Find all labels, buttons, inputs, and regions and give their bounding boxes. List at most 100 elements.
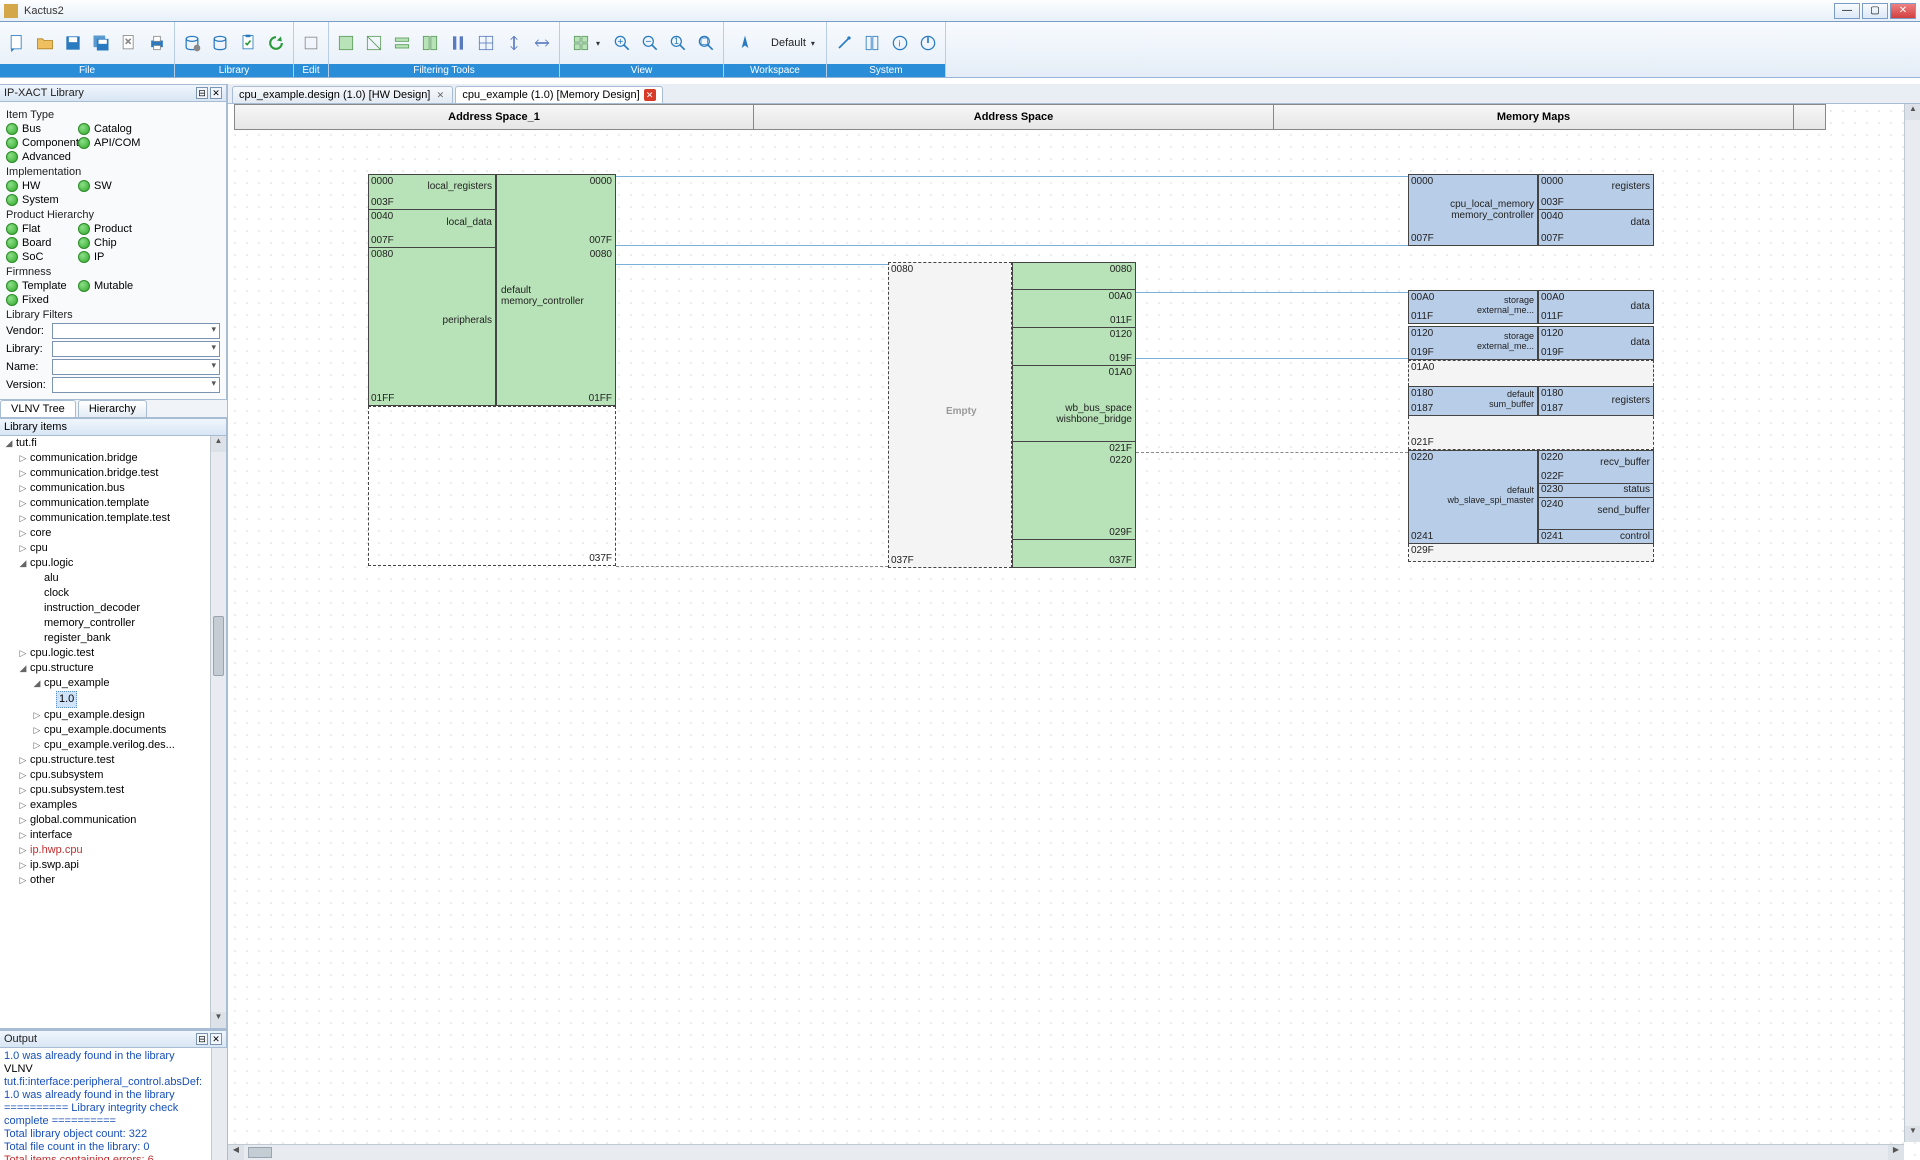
filter-option[interactable]: Advanced — [6, 151, 78, 163]
block-as2-wb[interactable]: 0080 00A0 011F 0120 019F 01A0 wb_bus_spa… — [1012, 262, 1136, 568]
close-panel-icon[interactable]: ✕ — [210, 87, 222, 99]
close-doc-button[interactable] — [116, 30, 142, 56]
tree-node[interactable]: alu — [42, 571, 61, 586]
pin-icon[interactable]: ⊟ — [196, 87, 208, 99]
tree-node[interactable]: communication.template — [28, 496, 151, 511]
new-button[interactable] — [4, 30, 30, 56]
filter-3-button[interactable] — [389, 30, 415, 56]
filter-combo[interactable] — [52, 341, 220, 357]
minimize-button[interactable]: — — [1834, 3, 1860, 19]
filter-option[interactable]: Product — [78, 223, 150, 235]
block-mm-sumbuf[interactable]: 0180 default sum_buffer 0187 — [1408, 386, 1538, 416]
exit-button[interactable] — [915, 30, 941, 56]
library-config-button[interactable] — [179, 30, 205, 56]
output-scrollbar[interactable] — [211, 1048, 227, 1160]
tree-node[interactable]: clock — [42, 586, 71, 601]
close-tab-icon[interactable]: ✕ — [644, 89, 656, 101]
zoom-out-button[interactable] — [637, 30, 663, 56]
library-tree[interactable]: ◢tut.fi▷communication.bridge▷communicati… — [0, 436, 227, 1029]
filter-option[interactable]: Chip — [78, 237, 150, 249]
canvas-vscroll[interactable]: ▲▼ — [1904, 104, 1920, 1142]
block-mm-cpu-local-regs[interactable]: 0000 registers 003F 0040 data 007F — [1538, 174, 1654, 246]
block-mm-storage2-data[interactable]: 0120 data 019F — [1538, 326, 1654, 360]
editor-tab[interactable]: cpu_example.design (1.0) [HW Design]✕ — [232, 86, 453, 103]
filter-option[interactable]: Catalog — [78, 123, 150, 135]
tree-node[interactable]: interface — [28, 828, 74, 843]
tree-node[interactable]: communication.template.test — [28, 511, 172, 526]
refresh-button[interactable] — [263, 30, 289, 56]
filter-8-button[interactable] — [529, 30, 555, 56]
tree-node[interactable]: cpu_example.verilog.des... — [42, 738, 177, 753]
workspace-compass-button[interactable] — [728, 30, 762, 56]
filter-option[interactable]: Bus — [6, 123, 78, 135]
tree-node[interactable]: cpu.logic — [28, 556, 75, 571]
editor-tab[interactable]: cpu_example (1.0) [Memory Design]✕ — [455, 86, 662, 103]
block-mm-spi-regs[interactable]: 0220 recv_buffer 022F 0230 status 0240 s… — [1538, 450, 1654, 544]
tree-scrollbar[interactable]: ▲▼ — [210, 436, 226, 1028]
tree-node[interactable]: cpu_example.design — [42, 708, 147, 723]
filter-option[interactable]: SoC — [6, 251, 78, 263]
filter-option[interactable]: Fixed — [6, 294, 78, 306]
close-button[interactable]: ✕ — [1890, 3, 1916, 19]
filter-option[interactable]: System — [6, 194, 78, 206]
tree-node[interactable]: tut.fi — [14, 436, 39, 451]
filter-combo[interactable] — [52, 377, 220, 393]
tree-node[interactable]: cpu.subsystem.test — [28, 783, 126, 798]
tree-node[interactable]: cpu.subsystem — [28, 768, 105, 783]
block-as1-default-mc[interactable]: 0000 007F 0080 default memory_controller… — [496, 174, 616, 406]
filter-combo[interactable] — [52, 323, 220, 339]
filter-5-button[interactable] — [445, 30, 471, 56]
tree-node[interactable]: ip.swp.api — [28, 858, 81, 873]
tree-node[interactable]: global.communication — [28, 813, 138, 828]
block-mm-storage1[interactable]: 00A0 storage external_me... 011F — [1408, 290, 1538, 324]
filter-combo[interactable] — [52, 359, 220, 375]
edit-button[interactable] — [298, 30, 324, 56]
tree-node[interactable]: cpu.structure — [28, 661, 96, 676]
tree-node[interactable]: cpu — [28, 541, 50, 556]
column-header-3[interactable]: Memory Maps — [1274, 104, 1794, 130]
filter-4-button[interactable] — [417, 30, 443, 56]
tree-node[interactable]: other — [28, 873, 57, 888]
tab-vlnv-tree[interactable]: VLNV Tree — [0, 400, 76, 417]
tree-node[interactable]: cpu.structure.test — [28, 753, 116, 768]
block-mm-sumbuf-regs[interactable]: 0180 registers 0187 — [1538, 386, 1654, 416]
maximize-button[interactable]: ▢ — [1862, 3, 1888, 19]
filter-7-button[interactable] — [501, 30, 527, 56]
print-button[interactable] — [144, 30, 170, 56]
zoom-fit-button[interactable] — [693, 30, 719, 56]
filter-option[interactable]: IP — [78, 251, 150, 263]
tree-node-selected[interactable]: 1.0 — [56, 691, 77, 708]
about-button[interactable]: i — [887, 30, 913, 56]
pin-output-icon[interactable]: ⊟ — [196, 1033, 208, 1045]
tree-node[interactable]: examples — [28, 798, 79, 813]
block-mm-storage1-data[interactable]: 00A0 data 011F — [1538, 290, 1654, 324]
library-db-button[interactable] — [207, 30, 233, 56]
tree-node[interactable]: instruction_decoder — [42, 601, 142, 616]
validate-button[interactable] — [235, 30, 261, 56]
tree-node[interactable]: register_bank — [42, 631, 113, 646]
open-button[interactable] — [32, 30, 58, 56]
column-header-2[interactable]: Address Space — [754, 104, 1274, 130]
tree-node[interactable]: cpu.logic.test — [28, 646, 96, 661]
settings-button[interactable] — [831, 30, 857, 56]
output-text[interactable]: 1.0 was already found in the libraryVLNV… — [0, 1048, 227, 1160]
tree-node-error[interactable]: ip.hwp.cpu — [28, 843, 85, 858]
workspace-select[interactable]: Default▾ — [764, 30, 822, 56]
filter-option[interactable]: API/COM — [78, 137, 150, 149]
save-all-button[interactable] — [88, 30, 114, 56]
block-as1-extension[interactable]: 037F — [368, 406, 616, 566]
tree-node[interactable]: communication.bridge — [28, 451, 140, 466]
zoom-reset-button[interactable]: 1 — [665, 30, 691, 56]
block-mm-spi[interactable]: 0220 default wb_slave_spi_master 0241 — [1408, 450, 1538, 544]
block-as1-segments[interactable]: 0000 local_registers 003F 0040 local_dat… — [368, 174, 496, 406]
column-header-1[interactable]: Address Space_1 — [234, 104, 754, 130]
help-button[interactable] — [859, 30, 885, 56]
filter-option[interactable]: Board — [6, 237, 78, 249]
tree-node[interactable]: communication.bus — [28, 481, 127, 496]
zoom-in-button[interactable] — [609, 30, 635, 56]
filter-2-button[interactable] — [361, 30, 387, 56]
filter-6-button[interactable] — [473, 30, 499, 56]
filter-option[interactable]: Flat — [6, 223, 78, 235]
tree-node[interactable]: memory_controller — [42, 616, 137, 631]
canvas-hscroll[interactable]: ◀▶ — [228, 1144, 1904, 1160]
